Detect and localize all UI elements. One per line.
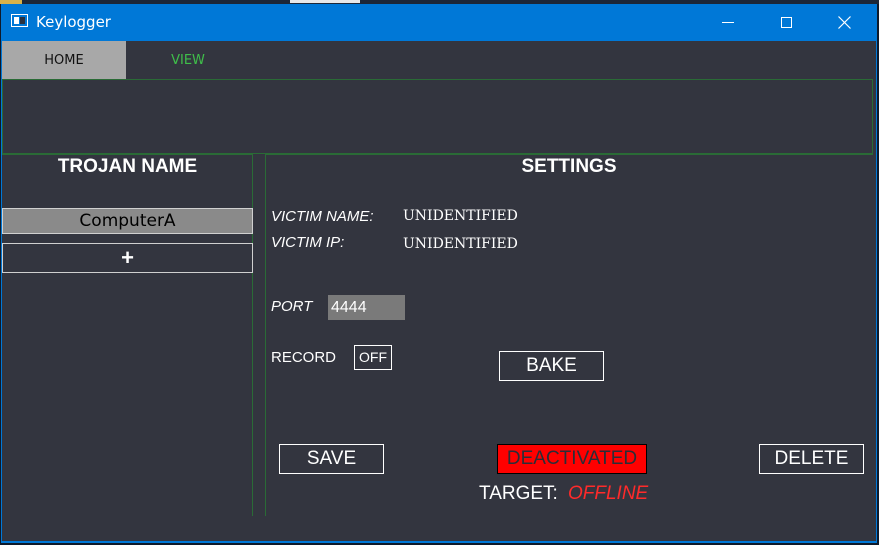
minimize-button[interactable] (699, 4, 757, 40)
target-status: OFFLINE (568, 483, 649, 504)
minimize-icon (722, 21, 734, 23)
target-label: TARGET: (479, 483, 558, 504)
victim-name-value: UNIDENTIFIED (403, 208, 518, 224)
tab-view[interactable]: VIEW (126, 41, 250, 79)
window-title: Keylogger (36, 13, 111, 31)
trojan-name-heading: TROJAN NAME (57, 156, 198, 177)
desktop-window-fragment (290, 0, 360, 3)
victim-ip-label: VICTIM IP: (271, 234, 345, 251)
app-icon (11, 14, 28, 27)
record-label: RECORD (271, 349, 337, 366)
title-bar[interactable]: Keylogger (1, 4, 877, 40)
status-badge[interactable]: DEACTIVATED (497, 444, 647, 474)
top-panel (2, 79, 873, 154)
save-button[interactable]: SAVE (279, 444, 384, 474)
record-toggle[interactable]: OFF (354, 345, 392, 370)
port-label: PORT (271, 298, 313, 315)
port-input[interactable]: 4444 (328, 295, 405, 320)
add-trojan-button[interactable]: + (2, 243, 253, 273)
close-icon (837, 15, 851, 29)
bake-button[interactable]: BAKE (499, 351, 604, 381)
client-area: HOME VIEW TROJAN NAME SETTINGS ComputerA… (2, 41, 876, 541)
victim-name-label: VICTIM NAME: (271, 208, 374, 225)
maximize-button[interactable] (757, 4, 815, 40)
delete-button[interactable]: DELETE (759, 444, 864, 474)
trojan-list-item[interactable]: ComputerA (2, 208, 253, 234)
settings-heading: SETTINGS (521, 156, 617, 177)
close-button[interactable] (815, 4, 873, 40)
app-window: Keylogger HOME VIEW TROJAN NAME SETTINGS… (1, 4, 877, 543)
victim-ip-value: UNIDENTIFIED (403, 236, 518, 252)
maximize-icon (780, 16, 792, 28)
tab-home[interactable]: HOME (2, 41, 126, 79)
